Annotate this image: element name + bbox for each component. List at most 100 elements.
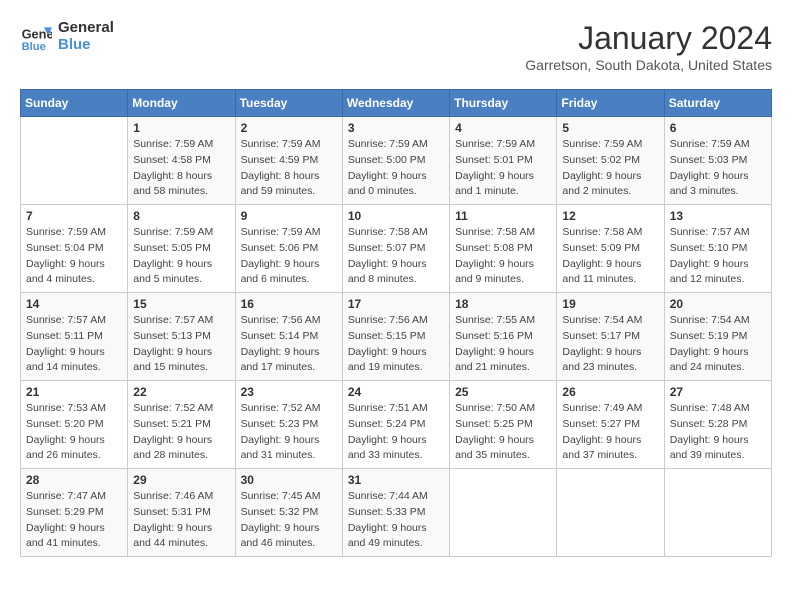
calendar-cell: 17 Sunrise: 7:56 AMSunset: 5:15 PMDayligh… [342, 293, 449, 381]
day-number: 6 [670, 121, 766, 135]
day-number: 10 [348, 209, 444, 223]
calendar-cell: 2 Sunrise: 7:59 AMSunset: 4:59 PMDaylight… [235, 117, 342, 205]
day-detail: Sunrise: 7:58 AMSunset: 5:08 PMDaylight:… [455, 225, 551, 288]
calendar-cell: 14Sunrise: 7:57 AMSunset: 5:11 PMDayligh… [21, 293, 128, 381]
calendar-cell [450, 469, 557, 557]
day-number: 20 [670, 297, 766, 311]
day-number: 7 [26, 209, 122, 223]
calendar-cell: 25Sunrise: 7:50 AMSunset: 5:25 PMDayligh… [450, 381, 557, 469]
day-detail: Sunrise: 7:58 AMSunset: 5:07 PMDaylight:… [348, 225, 444, 288]
calendar-cell: 26 Sunrise: 7:49 AMSunset: 5:27 PMDayligh… [557, 381, 664, 469]
day-number: 29 [133, 473, 229, 487]
day-detail: Sunrise: 7:59 AMSunset: 5:06 PMDaylight:… [241, 225, 337, 288]
calendar-cell: 23 Sunrise: 7:52 AMSunset: 5:23 PMDayligh… [235, 381, 342, 469]
day-number: 14 [26, 297, 122, 311]
calendar-cell: 18 Sunrise: 7:55 AMSunset: 5:16 PMDayligh… [450, 293, 557, 381]
day-detail: Sunrise: 7:59 AMSunset: 4:58 PMDaylight:… [133, 137, 229, 200]
calendar-cell: 9 Sunrise: 7:59 AMSunset: 5:06 PMDaylight… [235, 205, 342, 293]
day-number: 16 [241, 297, 337, 311]
day-detail: Sunrise: 7:46 AMSunset: 5:31 PMDaylight:… [133, 489, 229, 552]
day-detail: Sunrise: 7:55 AMSunset: 5:16 PMDaylight:… [455, 313, 551, 376]
day-number: 23 [241, 385, 337, 399]
day-of-week-header: Saturday [664, 90, 771, 117]
day-number: 28 [26, 473, 122, 487]
logo-line2: Blue [58, 37, 114, 54]
day-detail: Sunrise: 7:59 AMSunset: 5:01 PMDaylight:… [455, 137, 551, 200]
calendar-cell: 27 Sunrise: 7:48 AMSunset: 5:28 PMDayligh… [664, 381, 771, 469]
calendar-subtitle: Garretson, South Dakota, United States [525, 57, 772, 73]
day-of-week-header: Sunday [21, 90, 128, 117]
day-of-week-header: Monday [128, 90, 235, 117]
day-number: 12 [562, 209, 658, 223]
calendar-cell: 11 Sunrise: 7:58 AMSunset: 5:08 PMDayligh… [450, 205, 557, 293]
day-detail: Sunrise: 7:48 AMSunset: 5:28 PMDaylight:… [670, 401, 766, 464]
calendar-cell: 21 Sunrise: 7:53 AMSunset: 5:20 PMDayligh… [21, 381, 128, 469]
calendar-cell: 28 Sunrise: 7:47 AMSunset: 5:29 PMDayligh… [21, 469, 128, 557]
day-detail: Sunrise: 7:50 AMSunset: 5:25 PMDaylight:… [455, 401, 551, 464]
day-detail: Sunrise: 7:54 AMSunset: 5:17 PMDaylight:… [562, 313, 658, 376]
day-detail: Sunrise: 7:53 AMSunset: 5:20 PMDaylight:… [26, 401, 122, 464]
calendar-cell [664, 469, 771, 557]
day-of-week-header: Tuesday [235, 90, 342, 117]
day-number: 1 [133, 121, 229, 135]
day-detail: Sunrise: 7:59 AMSunset: 5:02 PMDaylight:… [562, 137, 658, 200]
calendar-cell: 4 Sunrise: 7:59 AMSunset: 5:01 PMDaylight… [450, 117, 557, 205]
calendar-cell: 5 Sunrise: 7:59 AMSunset: 5:02 PMDaylight… [557, 117, 664, 205]
day-detail: Sunrise: 7:49 AMSunset: 5:27 PMDaylight:… [562, 401, 658, 464]
day-number: 18 [455, 297, 551, 311]
day-detail: Sunrise: 7:52 AMSunset: 5:23 PMDaylight:… [241, 401, 337, 464]
day-detail: Sunrise: 7:59 AMSunset: 4:59 PMDaylight:… [241, 137, 337, 200]
calendar-cell: 12 Sunrise: 7:58 AMSunset: 5:09 PMDayligh… [557, 205, 664, 293]
day-detail: Sunrise: 7:59 AMSunset: 5:00 PMDaylight:… [348, 137, 444, 200]
day-number: 4 [455, 121, 551, 135]
calendar-cell: 7Sunrise: 7:59 AMSunset: 5:04 PMDaylight… [21, 205, 128, 293]
calendar-cell: 3 Sunrise: 7:59 AMSunset: 5:00 PMDaylight… [342, 117, 449, 205]
calendar-header: SundayMondayTuesdayWednesdayThursdayFrid… [21, 90, 772, 117]
day-detail: Sunrise: 7:45 AMSunset: 5:32 PMDaylight:… [241, 489, 337, 552]
day-detail: Sunrise: 7:44 AMSunset: 5:33 PMDaylight:… [348, 489, 444, 552]
day-detail: Sunrise: 7:57 AMSunset: 5:13 PMDaylight:… [133, 313, 229, 376]
day-number: 26 [562, 385, 658, 399]
calendar-cell: 13Sunrise: 7:57 AMSunset: 5:10 PMDayligh… [664, 205, 771, 293]
calendar-cell: 1 Sunrise: 7:59 AMSunset: 4:58 PMDaylight… [128, 117, 235, 205]
calendar-cell: 30 Sunrise: 7:45 AMSunset: 5:32 PMDayligh… [235, 469, 342, 557]
calendar-title: January 2024 [525, 20, 772, 57]
day-number: 5 [562, 121, 658, 135]
calendar-cell: 20 Sunrise: 7:54 AMSunset: 5:19 PMDayligh… [664, 293, 771, 381]
calendar-cell [557, 469, 664, 557]
day-of-week-header: Thursday [450, 90, 557, 117]
calendar-cell: 29 Sunrise: 7:46 AMSunset: 5:31 PMDayligh… [128, 469, 235, 557]
day-detail: Sunrise: 7:59 AMSunset: 5:05 PMDaylight:… [133, 225, 229, 288]
day-number: 3 [348, 121, 444, 135]
logo-icon: General Blue [20, 21, 52, 53]
day-number: 31 [348, 473, 444, 487]
day-detail: Sunrise: 7:51 AMSunset: 5:24 PMDaylight:… [348, 401, 444, 464]
logo: General Blue General Blue [20, 20, 114, 53]
day-number: 27 [670, 385, 766, 399]
day-number: 22 [133, 385, 229, 399]
day-of-week-header: Friday [557, 90, 664, 117]
day-number: 17 [348, 297, 444, 311]
day-detail: Sunrise: 7:56 AMSunset: 5:14 PMDaylight:… [241, 313, 337, 376]
day-number: 9 [241, 209, 337, 223]
day-number: 24 [348, 385, 444, 399]
logo-line1: General [58, 20, 114, 37]
day-number: 30 [241, 473, 337, 487]
day-detail: Sunrise: 7:54 AMSunset: 5:19 PMDaylight:… [670, 313, 766, 376]
day-detail: Sunrise: 7:58 AMSunset: 5:09 PMDaylight:… [562, 225, 658, 288]
day-number: 2 [241, 121, 337, 135]
day-detail: Sunrise: 7:52 AMSunset: 5:21 PMDaylight:… [133, 401, 229, 464]
calendar-cell: 6Sunrise: 7:59 AMSunset: 5:03 PMDaylight… [664, 117, 771, 205]
day-detail: Sunrise: 7:47 AMSunset: 5:29 PMDaylight:… [26, 489, 122, 552]
calendar-cell: 8 Sunrise: 7:59 AMSunset: 5:05 PMDaylight… [128, 205, 235, 293]
day-of-week-header: Wednesday [342, 90, 449, 117]
day-number: 8 [133, 209, 229, 223]
day-number: 13 [670, 209, 766, 223]
calendar-cell: 15Sunrise: 7:57 AMSunset: 5:13 PMDayligh… [128, 293, 235, 381]
day-number: 11 [455, 209, 551, 223]
day-number: 21 [26, 385, 122, 399]
day-detail: Sunrise: 7:56 AMSunset: 5:15 PMDaylight:… [348, 313, 444, 376]
calendar-table: SundayMondayTuesdayWednesdayThursdayFrid… [20, 89, 772, 557]
day-number: 19 [562, 297, 658, 311]
calendar-cell: 19 Sunrise: 7:54 AMSunset: 5:17 PMDayligh… [557, 293, 664, 381]
